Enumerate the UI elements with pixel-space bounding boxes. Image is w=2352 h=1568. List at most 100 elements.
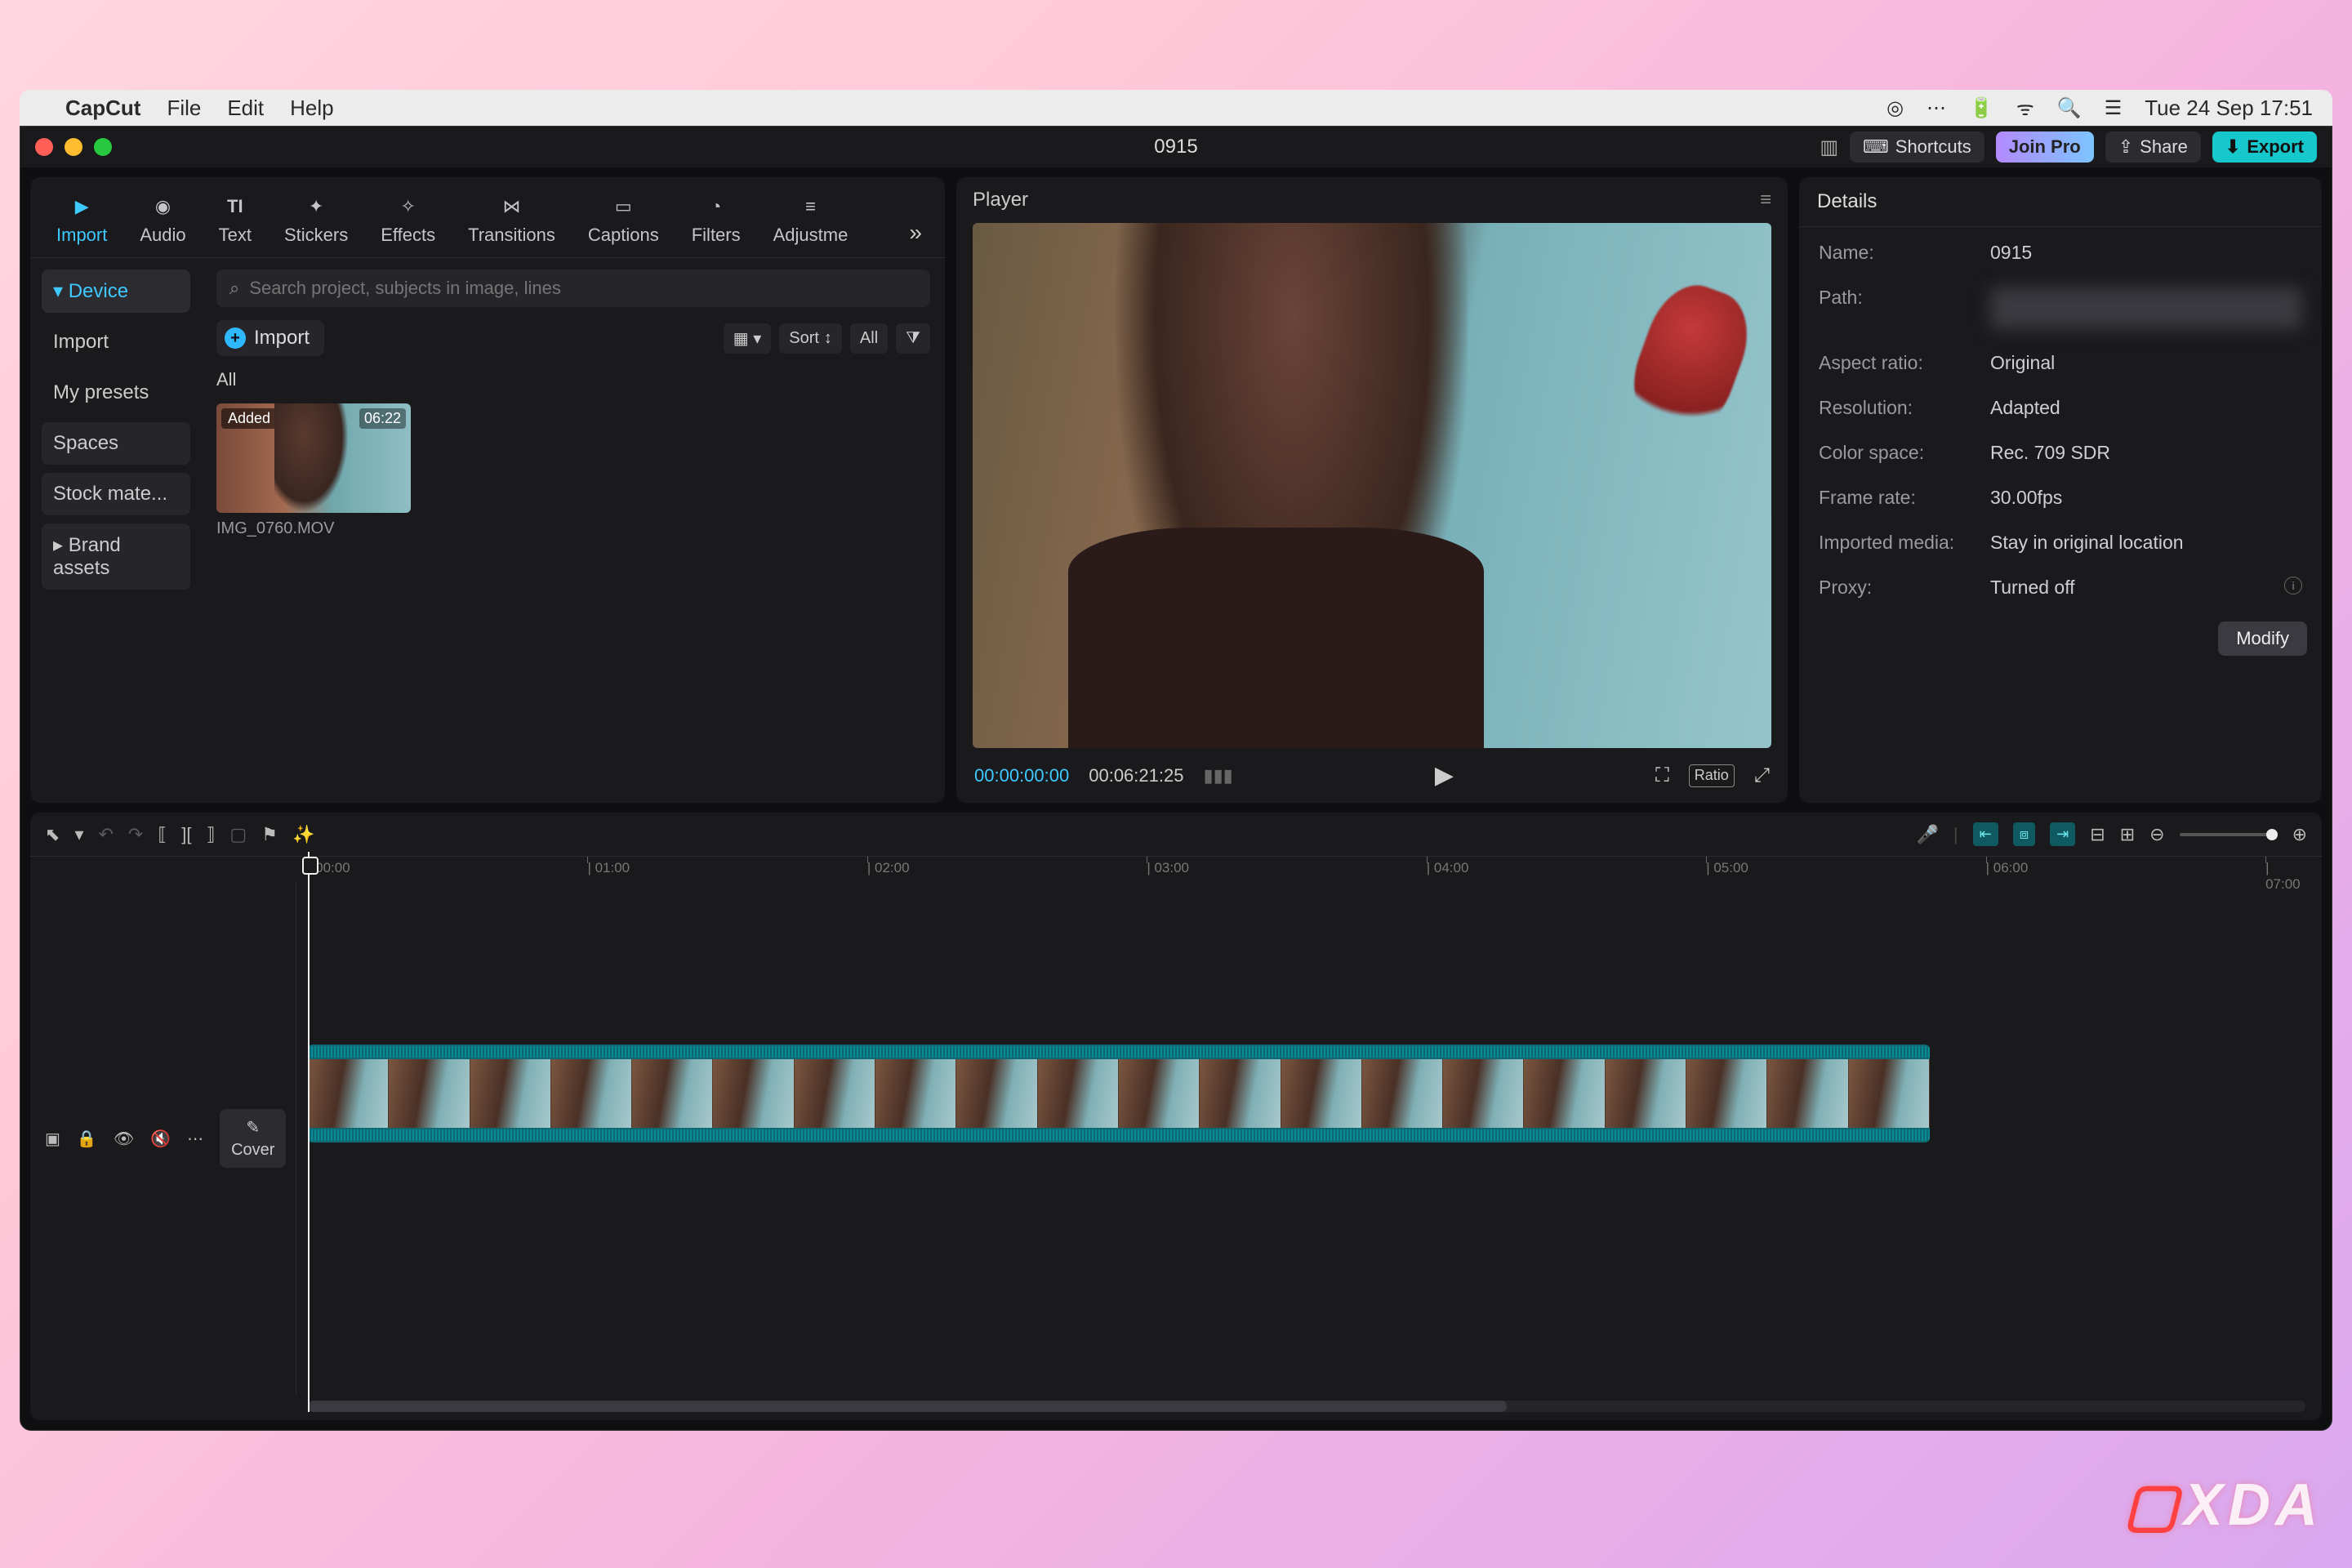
join-pro-button[interactable]: Join Pro — [1996, 131, 2094, 163]
zoom-out-button[interactable]: ⊖ — [2149, 824, 2164, 845]
split-icon[interactable]: ][ — [181, 824, 191, 845]
play-button[interactable]: ▶ — [1435, 761, 1454, 790]
sidenav-device[interactable]: ▾ Device — [42, 270, 190, 313]
maximize-window-button[interactable] — [94, 138, 112, 156]
tool-dropdown-icon[interactable]: ▾ — [74, 824, 83, 845]
shortcuts-button[interactable]: ⌨ Shortcuts — [1850, 131, 1984, 163]
detail-path: Path: — [1819, 287, 2302, 329]
filter-icon-button[interactable]: ⧩ — [896, 323, 930, 354]
tab-transitions[interactable]: ⋈ Transitions — [457, 189, 567, 257]
split-left-icon[interactable]: ⟦ — [158, 824, 167, 845]
total-timecode: 00:06:21:25 — [1089, 765, 1183, 786]
screen-record-icon[interactable]: ◎ — [1886, 96, 1904, 120]
sort-button[interactable]: Sort ↕ — [779, 323, 842, 354]
playhead[interactable] — [308, 852, 310, 1412]
tab-captions[interactable]: ▭ Captions — [577, 189, 670, 257]
clock[interactable]: Tue 24 Sep 17:51 — [2145, 96, 2313, 121]
sidenav-spaces[interactable]: Spaces — [42, 422, 190, 465]
select-tool-icon[interactable]: ⬉ — [45, 824, 60, 845]
stickers-icon: ✦ — [303, 194, 329, 220]
video-clip[interactable]: IMG_0760.MOV 00:06:21:25 — [308, 1045, 1930, 1143]
track-options-icon[interactable]: ⊞ — [2120, 824, 2135, 845]
share-icon: ⇪ — [2118, 136, 2133, 158]
tab-filters-label: Filters — [692, 225, 741, 246]
safe-zone-icon[interactable]: ⛶ — [1655, 764, 1669, 787]
pencil-icon: ✎ — [246, 1117, 260, 1138]
timeline-scrollbar[interactable] — [308, 1401, 2305, 1412]
player-header: Player — [973, 189, 1028, 212]
tracks-area[interactable]: IMG_0760.MOV 00:06:21:25 — [296, 881, 2322, 1396]
tab-import-label: Import — [56, 225, 107, 246]
modify-button[interactable]: Modify — [2218, 621, 2307, 656]
track-toggle-icon[interactable]: ▣ — [45, 1129, 60, 1149]
media-thumbnail[interactable]: Added 06:22 IMG_0760.MOV — [216, 403, 411, 538]
search-bar[interactable]: ⌕ — [216, 270, 930, 307]
video-preview[interactable] — [973, 223, 1771, 748]
window-titlebar: 0915 ▥ ⌨ Shortcuts Join Pro ⇪ Share ⬇ Ex… — [20, 127, 2332, 167]
view-grid-button[interactable]: ▦ ▾ — [724, 323, 772, 354]
cover-label: Cover — [231, 1141, 274, 1160]
redo-button[interactable]: ↷ — [128, 824, 143, 845]
layout-icon[interactable]: ▥ — [1820, 136, 1838, 159]
track-mute-icon[interactable]: 🔇 — [150, 1129, 171, 1149]
ratio-button[interactable]: Ratio — [1689, 764, 1735, 787]
zoom-slider[interactable] — [2180, 833, 2278, 836]
tab-import[interactable]: ▶ Import — [45, 189, 118, 257]
export-icon: ⬇ — [2225, 136, 2240, 158]
crop-icon[interactable]: ▢ — [229, 824, 247, 845]
filter-all-button[interactable]: All — [850, 323, 888, 354]
sidenav-my-presets[interactable]: My presets — [42, 372, 190, 414]
tab-stickers[interactable]: ✦ Stickers — [273, 189, 359, 257]
track-more-icon[interactable]: ⋯ — [187, 1129, 203, 1149]
minimize-window-button[interactable] — [65, 138, 82, 156]
split-right-icon[interactable]: ⟧ — [207, 824, 216, 845]
sidenav-stock-materials[interactable]: Stock mate... — [42, 473, 190, 515]
tabs-overflow-icon[interactable]: » — [901, 220, 930, 257]
share-button[interactable]: ⇪ Share — [2105, 131, 2201, 163]
tab-filters[interactable]: ◔ Filters — [680, 189, 752, 257]
app-name[interactable]: CapCut — [65, 96, 140, 121]
menu-help[interactable]: Help — [290, 96, 333, 121]
search-input[interactable] — [249, 278, 917, 299]
spotlight-icon[interactable]: 🔍 — [2057, 96, 2082, 120]
track-lock-icon[interactable]: 🔒 — [77, 1129, 97, 1149]
align-icon[interactable]: ⊟ — [2090, 824, 2105, 845]
timeline-ruler[interactable]: | 00:00 | 01:00 | 02:00 | 03:00 | 04:00 … — [308, 857, 2305, 881]
snap-magnet-button[interactable]: ⧈ — [2013, 822, 2035, 846]
battery-icon[interactable]: 🔋 — [1969, 96, 1993, 120]
info-icon[interactable]: i — [2284, 577, 2302, 595]
zoom-in-button[interactable]: ⊕ — [2292, 824, 2307, 845]
sidenav-import[interactable]: Import — [42, 321, 190, 363]
track-visibility-icon[interactable]: 👁 — [114, 1129, 134, 1149]
marker-icon[interactable]: ⚑ — [261, 824, 278, 845]
auto-tool-icon[interactable]: ✨ — [292, 824, 314, 845]
effects-icon: ✧ — [395, 194, 421, 220]
menu-file[interactable]: File — [167, 96, 201, 121]
control-center-icon[interactable]: ☰ — [2105, 96, 2123, 120]
menubar-dots-icon[interactable]: ⋯ — [1927, 96, 1946, 120]
undo-button[interactable]: ↶ — [98, 824, 113, 845]
tab-effects[interactable]: ✧ Effects — [369, 189, 447, 257]
filters-icon: ◔ — [703, 194, 729, 220]
cover-button[interactable]: ✎ Cover — [220, 1109, 286, 1168]
wifi-icon[interactable]: ᯤ — [2016, 95, 2034, 122]
detail-color-space: Color space: Rec. 709 SDR — [1819, 442, 2302, 464]
snap-left-button[interactable]: ⇤ — [1973, 822, 1998, 846]
tab-adjustment[interactable]: ≡ Adjustme — [762, 189, 860, 257]
menu-edit[interactable]: Edit — [227, 96, 264, 121]
audio-icon: ◉ — [150, 194, 176, 220]
detail-frame-rate: Frame rate: 30.00fps — [1819, 487, 2302, 509]
tab-text[interactable]: TI Text — [207, 189, 263, 257]
player-menu-icon[interactable]: ≡ — [1760, 189, 1771, 212]
snap-right-button[interactable]: ⇥ — [2050, 822, 2075, 846]
mic-icon[interactable]: 🎤 — [1916, 824, 1938, 845]
fullscreen-icon[interactable]: ⤢ — [1754, 764, 1770, 787]
tab-audio[interactable]: ◉ Audio — [128, 189, 197, 257]
sidenav-brand-assets[interactable]: ▸ Brand assets — [42, 523, 190, 590]
levels-icon[interactable]: ▮▮▮ — [1203, 765, 1232, 786]
close-window-button[interactable] — [35, 138, 53, 156]
panels-row: ▶ Import ◉ Audio TI Text ✦ Stickers ✧ — [20, 167, 2332, 813]
import-media-button[interactable]: + Import — [216, 320, 324, 356]
tab-captions-label: Captions — [588, 225, 659, 246]
export-button[interactable]: ⬇ Export — [2212, 131, 2317, 163]
